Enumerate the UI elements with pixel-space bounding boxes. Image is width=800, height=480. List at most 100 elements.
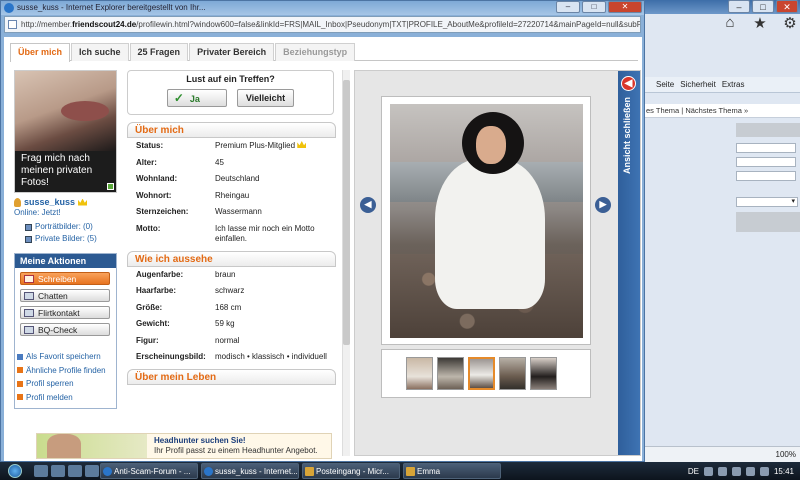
system-tray: DE 15:41: [688, 466, 800, 476]
detail-row: Gewicht: 59 kg: [136, 319, 336, 329]
gear-icon[interactable]: ⚙: [780, 14, 800, 32]
private-label: Private Bilder: (5): [35, 234, 97, 243]
minimize-button[interactable]: –: [728, 0, 750, 13]
popup-titlebar: susse_kuss - Internet Explorer bereitges…: [1, 1, 644, 15]
flirt-button[interactable]: Flirtkontakt: [20, 306, 110, 319]
yes-button[interactable]: ✓ Ja: [166, 89, 227, 107]
chat-button[interactable]: Chatten: [20, 289, 110, 302]
section-title: Über mich: [127, 122, 336, 138]
detail-row: Erscheinungsbild: modisch • klassisch • i…: [136, 352, 336, 362]
language-indicator[interactable]: DE: [688, 467, 699, 476]
profile-popup-window: susse_kuss - Internet Explorer bereitges…: [0, 0, 645, 462]
tray-icon[interactable]: [717, 466, 727, 476]
thumbnail[interactable]: [499, 357, 526, 390]
arrow-icon: [17, 380, 23, 387]
maybe-button[interactable]: Vielleicht: [236, 89, 295, 107]
block-profile-link[interactable]: Profil sperren: [17, 377, 116, 391]
status-value: Premium Plus-Mitglied: [215, 141, 296, 150]
star-icon[interactable]: ★: [750, 14, 770, 32]
photo-person: [435, 159, 545, 309]
taskbar-item[interactable]: susse_kuss - Internet...: [201, 463, 299, 479]
flirt-label: Flirtkontakt: [38, 308, 80, 318]
address-bar[interactable]: http://member.friendscout24.de/profilewi…: [4, 16, 641, 33]
looks-rows: Augenfarbe: braun Haarfarbe: schwarz Größe…: [127, 267, 336, 363]
thumbnail[interactable]: [406, 357, 433, 390]
report-profile-link[interactable]: Profil melden: [17, 391, 116, 405]
task-label: Posteingang - Micr...: [316, 467, 389, 476]
private-pictures-link[interactable]: Private Bilder: (5): [25, 233, 117, 245]
detail-row: Haarfarbe: schwarz: [136, 286, 336, 296]
thumbnail[interactable]: [530, 357, 557, 390]
tab-beziehungstyp: Beziehungstyp: [275, 43, 356, 61]
headhunter-banner[interactable]: Headhunter suchen Sie! Ihr Profil passt …: [36, 433, 332, 459]
maximize-button[interactable]: □: [582, 1, 606, 13]
scrollbar-thumb[interactable]: [343, 80, 350, 345]
main-photo[interactable]: [390, 104, 583, 338]
thumbnail-selected[interactable]: [468, 357, 495, 390]
menu-sicherheit[interactable]: Sicherheit: [680, 80, 716, 89]
tab-25-fragen[interactable]: 25 Fragen: [129, 43, 189, 61]
start-button[interactable]: [0, 462, 30, 480]
close-button[interactable]: ✕: [608, 1, 642, 13]
detail-key: Augenfarbe:: [136, 269, 184, 279]
similar-profiles-link[interactable]: Ähnliche Profile finden: [17, 364, 116, 378]
close-arrow-icon[interactable]: ◀: [621, 76, 636, 91]
lock-picture-icon: [25, 235, 32, 243]
menu-seite[interactable]: Seite: [656, 80, 674, 89]
form-field[interactable]: [736, 171, 796, 181]
tray-icon[interactable]: [703, 466, 713, 476]
network-icon[interactable]: [759, 466, 769, 476]
prev-arrow-icon[interactable]: ◀: [360, 197, 376, 213]
close-view-sidebar[interactable]: ◀ Ansicht schließen: [618, 71, 640, 455]
arrow-icon: [17, 394, 23, 401]
close-button[interactable]: ✕: [776, 0, 798, 13]
detail-key: Alter:: [136, 157, 157, 167]
thread-nav[interactable]: es Thema | Nächstes Thema »: [640, 104, 800, 118]
close-view-label[interactable]: Ansicht schließen: [622, 97, 632, 207]
picture-links: Porträtbilder: (0) Private Bilder: (5): [14, 221, 117, 245]
taskbar-item[interactable]: Anti-Scam-Forum - ...: [100, 463, 198, 479]
user-icon: [14, 197, 21, 207]
profile-photo[interactable]: Frag mich nach meinen privaten Fotos!: [14, 70, 117, 193]
detail-key: Haarfarbe:: [136, 286, 177, 295]
banner-person: [47, 434, 81, 458]
thumbnail[interactable]: [437, 357, 464, 390]
quicklaunch-icon[interactable]: [51, 465, 65, 477]
photo-lips: [61, 101, 109, 121]
tab-ueber-mich[interactable]: Über mich: [10, 43, 71, 62]
detail-key: Gewicht:: [136, 319, 170, 328]
details-scrollbar[interactable]: [342, 70, 350, 456]
quicklaunch-icon[interactable]: [34, 465, 48, 477]
actions-panel: Meine Aktionen Schreiben Chatten Flirtko…: [14, 253, 117, 409]
command-bar: Seite Sicherheit Extras: [640, 77, 800, 93]
check-icon: [24, 326, 34, 334]
tab-ich-suche[interactable]: Ich suche: [71, 43, 129, 61]
menu-extras[interactable]: Extras: [722, 80, 745, 89]
form-field[interactable]: [736, 143, 796, 153]
zoom-level[interactable]: 100%: [640, 446, 800, 462]
portrait-pictures-link[interactable]: Porträtbilder: (0): [25, 221, 117, 233]
save-favorite-link[interactable]: Als Favorit speichern: [17, 350, 116, 364]
detail-key: Wohnland:: [136, 174, 178, 183]
bq-check-button[interactable]: BQ-Check: [20, 323, 110, 336]
background-window-controls: – □ ✕: [728, 0, 798, 13]
maximize-button[interactable]: □: [752, 0, 774, 13]
tab-privater-bereich[interactable]: Privater Bereich: [189, 43, 275, 61]
detail-value: schwarz: [215, 286, 245, 295]
dropdown[interactable]: ▾: [736, 197, 798, 207]
home-icon[interactable]: ⌂: [720, 14, 740, 32]
quicklaunch-icon[interactable]: [85, 465, 99, 477]
tray-icon[interactable]: [731, 466, 741, 476]
next-arrow-icon[interactable]: ▶: [595, 197, 611, 213]
taskbar-item[interactable]: Posteingang - Micr...: [302, 463, 400, 479]
minimize-button[interactable]: –: [556, 1, 580, 13]
quicklaunch-icon[interactable]: [68, 465, 82, 477]
profile-details: Lust auf ein Treffen? ✓ Ja Vielleicht Übe…: [127, 70, 336, 456]
write-button[interactable]: Schreiben: [20, 272, 110, 285]
ie-icon: [204, 467, 213, 476]
form-field[interactable]: [736, 157, 796, 167]
detail-value: Rheingau: [215, 190, 250, 200]
taskbar-item[interactable]: Emma: [403, 463, 501, 479]
volume-icon[interactable]: [745, 466, 755, 476]
clock[interactable]: 15:41: [774, 467, 794, 476]
